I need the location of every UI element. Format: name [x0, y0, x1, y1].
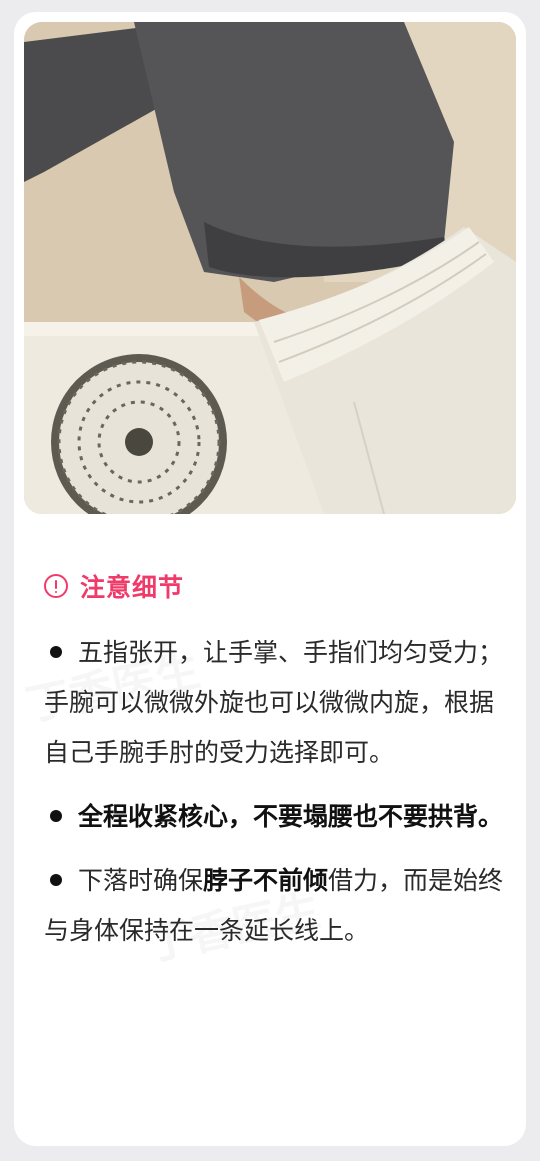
tip-text: 五指张开，让手掌、手指们均匀受力；手腕可以微微外旋也可以微微内旋，根据自己手腕手…: [44, 638, 504, 767]
exercise-photo: [24, 22, 516, 514]
notice-title: 注意细节: [80, 573, 185, 602]
tip-text: 全程收紧核心，不要塌腰也不要拱背。: [78, 802, 504, 831]
tip-text-bold: 脖子不前倾: [203, 866, 329, 895]
list-item: 五指张开，让手掌、手指们均匀受力；手腕可以微微外旋也可以微微内旋，根据自己手腕手…: [44, 628, 506, 778]
bullet-icon: [50, 874, 62, 886]
bullet-icon: [50, 810, 62, 822]
notice-header: 注意细节: [44, 569, 184, 603]
list-item: 下落时确保脖子不前倾借力，而是始终与身体保持在一条延长线上。: [44, 856, 506, 956]
content-card: 丁香医生 丁香医生 注意细节 五指张开，让手掌、手指们均匀受力；手腕可以微微外旋…: [14, 12, 526, 1146]
bullet-icon: [50, 646, 62, 658]
tips-list: 五指张开，让手掌、手指们均匀受力；手腕可以微微外旋也可以微微内旋，根据自己手腕手…: [44, 628, 506, 970]
exclamation-circle-icon: [44, 574, 68, 598]
tip-text-before: 下落时确保: [78, 866, 204, 895]
list-item: 全程收紧核心，不要塌腰也不要拱背。: [44, 792, 506, 842]
